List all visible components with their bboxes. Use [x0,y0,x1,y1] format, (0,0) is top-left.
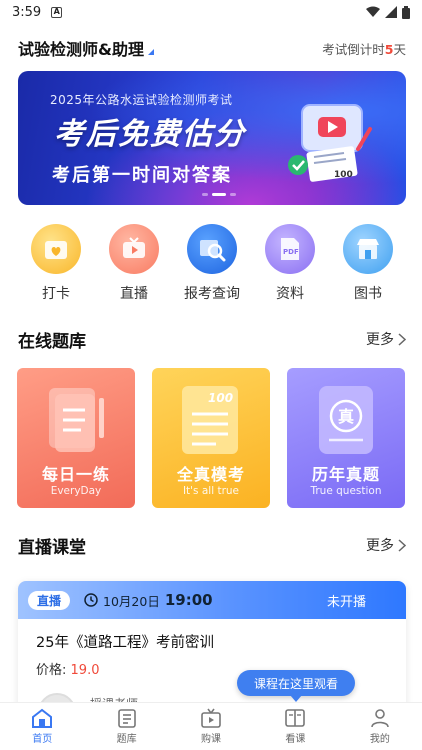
daily-practice-icon [49,388,104,452]
card-mock-exam[interactable]: 100 全真模考 It's all true [152,368,270,508]
live-course-card[interactable]: 直播 10月20日 19:00 未开播 25年《道路工程》考前密训 价格: 19… [18,581,406,716]
bottom-tab-bar: 首页 题库 购课 看课 我的 [0,702,422,750]
buy-course-icon [201,708,221,728]
past-papers-seal-label: 真 [338,407,354,426]
card-title: 每日一练 [41,465,110,484]
quick-action-label: 直播 [120,286,148,302]
notification-a-icon: A [51,6,63,18]
chevron-right-icon [398,332,406,346]
countdown-unit: 天 [393,41,406,57]
status-time: 3:59 [12,4,42,20]
pdf-icon: PDF [265,224,315,274]
question-bank-more-link[interactable]: 更多 [366,329,406,349]
live-schedule: 10月20日 19:00 [84,591,213,610]
quick-action-label: 资料 [276,286,304,302]
video-exam-illustration-icon: 100 [288,104,372,182]
tab-label: 题库 [116,734,137,745]
wifi-icon [366,6,380,17]
watch-course-icon [285,709,306,727]
tv-play-icon [109,224,159,274]
svg-text:PDF: PDF [283,248,299,256]
quick-action-label: 打卡 [42,286,70,302]
course-price: 价格: 19.0 [36,659,99,678]
tab-home[interactable]: 首页 [0,703,84,750]
live-date: 10月20日 [103,593,160,609]
page-header: 试验检测师&助理 考试倒计时5天 [18,36,406,60]
mock-exam-icon: 100 [182,386,238,454]
exam-countdown: 考试倒计时5天 [322,39,406,58]
home-icon [32,708,53,728]
calendar-heart-icon [31,224,81,274]
banner-subtitle: 2025年公路水运试验检测师考试 [50,93,233,107]
battery-icon [402,5,410,19]
banner-dot-active[interactable] [212,193,226,196]
card-past-papers[interactable]: 真 历年真题 True question [287,368,405,508]
tab-label: 购课 [201,734,222,745]
live-time: 19:00 [164,591,213,609]
card-title: 历年真题 [311,465,380,484]
quick-actions: 打卡 直播 报考查询 PDF 资料 图书 [18,224,406,304]
chevron-right-icon [398,538,406,552]
tab-label: 看课 [285,734,306,745]
live-classroom-header: 直播课堂 更多 [18,533,406,558]
watch-course-tooltip[interactable]: 课程在这里观看 [237,670,355,702]
quick-action-books[interactable]: 图书 [338,224,398,304]
tab-profile[interactable]: 我的 [338,703,422,750]
quick-action-exam-query[interactable]: 报考查询 [182,224,242,304]
live-card-header: 直播 10月20日 19:00 未开播 [18,581,406,619]
question-bank-cards: 每日一练 EveryDay 100 全真模考 It's all true 真 历… [17,368,405,508]
more-label: 更多 [366,332,394,348]
banner-pagination [202,193,236,196]
banner-tagline: 考后第一时间对答案 [52,165,232,186]
tab-label: 首页 [32,734,53,745]
quick-action-checkin[interactable]: 打卡 [26,224,86,304]
card-title: 全真模考 [176,465,245,484]
course-name: 25年《道路工程》考前密训 [36,635,214,651]
mock-exam-score-label: 100 [208,391,233,405]
profile-icon [371,709,389,728]
banner-headline: 考后免费估分 [54,117,246,152]
exam-selector-caret-icon[interactable] [147,49,154,55]
card-daily-practice[interactable]: 每日一练 EveryDay [17,368,135,508]
card-subtitle: True question [310,485,382,497]
quick-action-materials[interactable]: PDF 资料 [260,224,320,304]
promo-banner[interactable]: 2025年公路水运试验检测师考试 考后免费估分 考后第一时间对答案 100 [18,71,406,205]
tab-question-bank[interactable]: 题库 [84,703,168,750]
question-bank-icon [117,709,136,728]
live-status: 未开播 [326,594,366,610]
card-subtitle: EveryDay [50,485,102,497]
signal-icon [385,6,397,18]
store-icon [343,224,393,274]
section-title: 直播课堂 [18,537,86,558]
quick-action-label: 图书 [354,286,382,302]
past-papers-icon: 真 [319,386,373,454]
more-label: 更多 [366,538,394,554]
banner-score-label: 100 [334,170,353,180]
live-more-link[interactable]: 更多 [366,535,406,555]
price-value: 19.0 [70,663,100,678]
card-subtitle: It's all true [182,485,240,497]
countdown-prefix: 考试倒计时 [322,41,385,57]
tab-label: 我的 [369,734,390,745]
question-bank-header: 在线题库 更多 [18,327,406,352]
price-label: 价格: [36,663,67,678]
tab-buy-course[interactable]: 购课 [169,703,253,750]
tab-watch-course[interactable]: 看课 [253,703,337,750]
search-doc-icon [187,224,237,274]
clock-icon [84,593,98,607]
section-title: 在线题库 [18,331,86,352]
live-badge: 直播 [28,590,71,610]
status-bar: 3:59 A [0,0,422,24]
banner-dot[interactable] [230,193,236,196]
banner-dot[interactable] [202,193,208,196]
quick-action-live[interactable]: 直播 [104,224,164,304]
exam-selector[interactable]: 试验检测师&助理 [18,36,144,60]
quick-action-label: 报考查询 [184,286,240,302]
